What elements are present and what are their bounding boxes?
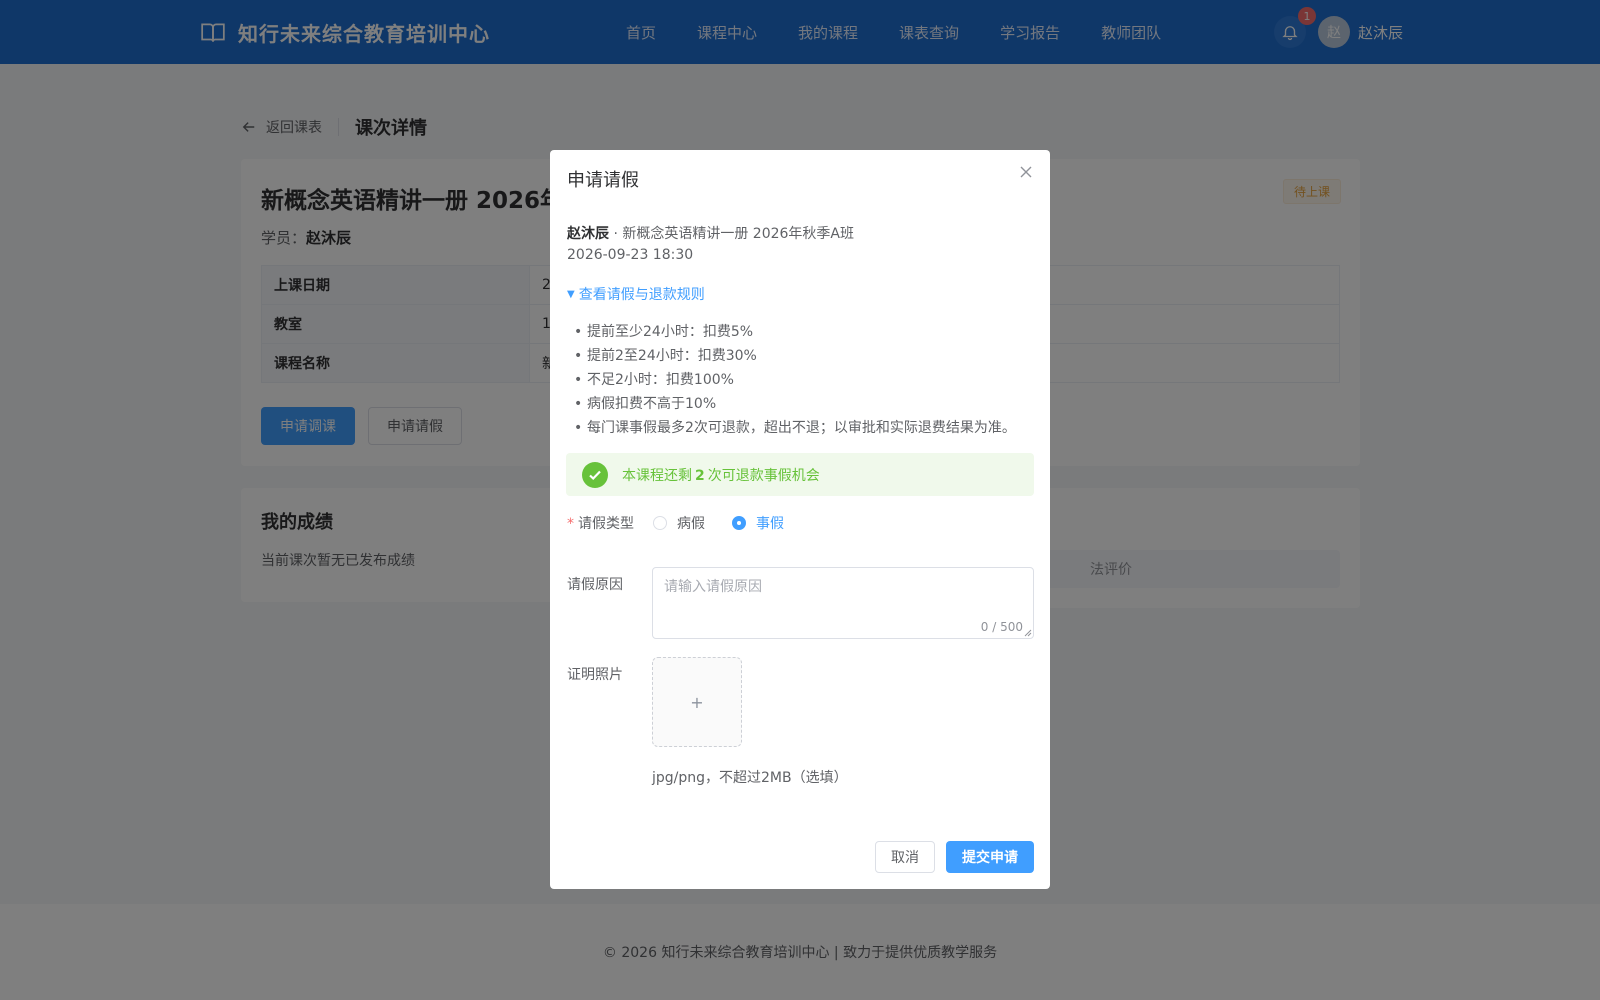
alert-prefix: 本课程还剩 xyxy=(622,467,692,484)
list-item: 提前至少24小时：扣费5% xyxy=(574,320,1016,344)
list-item: 每门课事假最多2次可退款，超出不退；以审批和实际退费结果为准。 xyxy=(574,416,1016,440)
list-item: 病假扣费不高于10% xyxy=(574,392,1016,416)
required-mark: * xyxy=(567,516,574,532)
leave-type-label-text: 请假类型 xyxy=(578,516,634,532)
alert-text: 本课程还剩 2 次可退款事假机会 xyxy=(622,465,820,485)
leave-type-label: * 请假类型 xyxy=(567,513,634,533)
caret-down-icon: ▼ xyxy=(567,288,575,300)
dialog-class-time: 2026-09-23 18:30 xyxy=(567,247,694,263)
cancel-button[interactable]: 取消 xyxy=(875,841,935,873)
dialog-title: 申请请假 xyxy=(567,170,639,191)
alert-count: 2 xyxy=(695,467,705,484)
radio-dot xyxy=(653,516,667,530)
reason-placeholder: 请输入请假原因 xyxy=(664,579,762,595)
reason-label: 请假原因 xyxy=(567,577,623,593)
radio-sick-leave[interactable]: 病假 xyxy=(653,513,705,533)
dialog-student-name: 赵沐辰 xyxy=(567,226,609,242)
alert-suffix: 次可退款事假机会 xyxy=(707,467,820,484)
char-count: 0 / 500 xyxy=(980,620,1023,634)
check-circle-icon xyxy=(582,461,608,488)
leave-dialog: 申请请假 赵沐辰 · 新概念英语精讲一册 2026年秋季A班 2026-09-2… xyxy=(550,150,1050,889)
rules-toggle[interactable]: ▼ 查看请假与退款规则 xyxy=(567,284,705,304)
refund-chance-alert: 本课程还剩 2 次可退款事假机会 xyxy=(566,453,1034,496)
photo-upload[interactable]: + xyxy=(652,657,742,747)
close-icon xyxy=(1020,166,1032,178)
radio-label: 事假 xyxy=(756,516,784,532)
list-item: 提前2至24小时：扣费30% xyxy=(574,344,1016,368)
plus-icon: + xyxy=(690,692,704,712)
dialog-student-info: 赵沐辰 · 新概念英语精讲一册 2026年秋季A班 xyxy=(567,223,854,243)
close-button[interactable] xyxy=(1019,164,1033,178)
reason-textarea[interactable]: 请输入请假原因 0 / 500 xyxy=(652,567,1034,639)
radio-dot xyxy=(732,516,746,530)
radio-label: 病假 xyxy=(677,516,705,532)
submit-button[interactable]: 提交申请 xyxy=(946,841,1034,873)
upload-hint: jpg/png，不超过2MB（选填） xyxy=(652,770,848,786)
rules-list: 提前至少24小时：扣费5% 提前2至24小时：扣费30% 不足2小时：扣费100… xyxy=(574,320,1016,440)
radio-personal-leave[interactable]: 事假 xyxy=(732,513,784,533)
dialog-course-name: · 新概念英语精讲一册 2026年秋季A班 xyxy=(609,226,855,242)
resize-handle-icon[interactable] xyxy=(1024,629,1032,637)
photo-label: 证明照片 xyxy=(567,667,623,683)
rules-toggle-label: 查看请假与退款规则 xyxy=(578,287,705,303)
list-item: 不足2小时：扣费100% xyxy=(574,368,1016,392)
